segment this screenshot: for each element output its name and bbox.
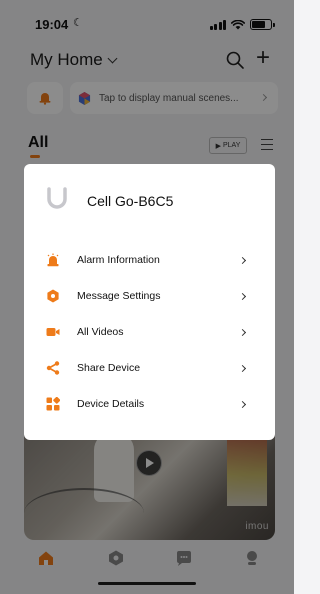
chevron-right-icon (238, 328, 247, 336)
device-details-icon (46, 397, 60, 411)
app-screen: 19:04 ☾ My Home + Tap to display manual … (0, 0, 294, 594)
modal-header: Cell Go-B6C5 (24, 164, 275, 234)
menu-item-label: All Videos (77, 326, 124, 338)
menu-item-alarm-information[interactable]: Alarm Information (24, 242, 275, 278)
device-actions-sheet: Cell Go-B6C5 Alarm Information Message S… (24, 164, 275, 440)
menu-item-label: Message Settings (77, 290, 161, 302)
menu-list: Alarm Information Message Settings All V… (24, 242, 275, 422)
device-name: Cell Go-B6C5 (87, 193, 174, 209)
chevron-right-icon (238, 400, 247, 408)
alarm-icon (47, 253, 59, 267)
camera-device-icon (47, 187, 67, 209)
menu-item-all-videos[interactable]: All Videos (24, 314, 275, 350)
home-indicator (98, 582, 196, 585)
menu-item-device-details[interactable]: Device Details (24, 386, 275, 422)
video-camera-icon (46, 328, 60, 336)
menu-item-share-device[interactable]: Share Device (24, 350, 275, 386)
chevron-right-icon (238, 364, 247, 372)
menu-item-label: Alarm Information (77, 254, 160, 266)
share-icon (46, 361, 60, 375)
menu-item-label: Device Details (77, 398, 145, 410)
message-settings-icon (47, 289, 59, 303)
chevron-right-icon (238, 256, 247, 264)
chevron-right-icon (238, 292, 247, 300)
menu-item-label: Share Device (77, 362, 141, 374)
menu-item-message-settings[interactable]: Message Settings (24, 278, 275, 314)
